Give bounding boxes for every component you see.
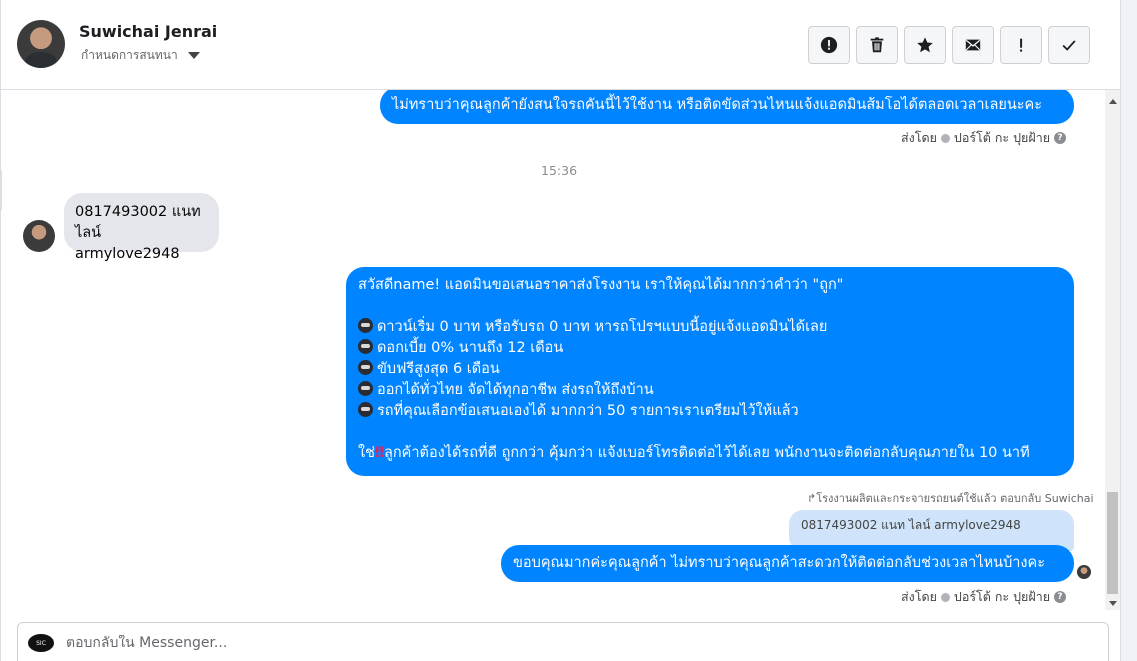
page-logo: SIC [28,634,54,652]
seen-avatar [1077,565,1091,579]
check-icon [1062,40,1076,51]
help-icon[interactable]: ? [1054,132,1067,144]
promo-greeting: สวัสดีname! แอดมินขอเสนอราคาส่งโรงงาน เร… [358,277,844,293]
message-timestamp: 15:36 [541,163,578,178]
conversation-header: Suwichai Jenrai กำหนดการสนทนา [1,0,1120,90]
follow-up-button[interactable] [1000,26,1042,64]
exclamation-icon [1020,38,1023,52]
contact-avatar-small[interactable] [23,220,55,252]
incoming-message-line: 0817493002 แนท [75,204,201,220]
scroll-up-arrow-icon[interactable] [1105,94,1120,104]
thread-scrollbar[interactable] [1105,90,1120,610]
promo-bullet: ดอกเบี้ย 0% นานถึง 12 เดือน [358,338,1062,359]
promo-closing: ใช่‼ลูกค้าต้องได้รถที่ดี ถูกกว่า คุ้มกว่… [358,445,1030,461]
divider [0,170,2,210]
incoming-message[interactable]: 0817493002 แนท ไลน์ armylove2948 [64,193,219,262]
car-emoji-icon [358,402,373,417]
contact-avatar[interactable] [17,20,65,68]
incoming-message-line: ไลน์ armylove2948 [75,225,180,262]
promo-bullet: รถที่คุณเลือกข้อเสนอเองได้ มากกว่า 50 รา… [358,401,1062,422]
promo-bullet: ออกได้ทั่วไทย จัดได้ทุกอาชีพ ส่งรถให้ถึง… [358,380,1062,401]
sent-by-line: ส่งโดย ปอร์โต้ กะ ปุยฝ้าย ? [901,128,1067,148]
conversation-label: กำหนดการสนทนา [81,48,178,62]
sent-by-line: ส่งโดย ปอร์โต้ กะ ปุยฝ้าย ? [901,587,1067,607]
car-emoji-icon [358,318,373,333]
caret-down-icon [187,52,200,59]
outgoing-promo-message[interactable]: สวัสดีname! แอดมินขอเสนอราคาส่งโรงงาน เร… [346,267,1074,476]
sender-name: ปอร์โต้ กะ ปุยฝ้าย [953,589,1051,604]
sent-check-icon [940,133,950,143]
outgoing-message[interactable]: ไม่ทราบว่าคุณลูกค้ายังสนใจรถคันนี้ไว้ใช้… [380,90,1074,124]
conversation-label-dropdown[interactable]: กำหนดการสนทนา [81,46,200,65]
car-emoji-icon [358,339,373,354]
reply-composer[interactable]: SIC [17,622,1109,661]
help-icon[interactable]: ? [1054,591,1067,603]
double-exclamation-icon: ‼ [374,445,385,461]
messenger-inbox: Suwichai Jenrai กำหนดการสนทนา ไม่ทราบว่า… [0,0,1137,661]
reply-context: ↱โรงงานผลิตและกระจายรถยนต์ใช้แล้ว ตอบกลั… [807,492,1094,505]
promo-bullet: ดาวน์เริ่ม 0 บาท หรือรับรถ 0 บาท หารถโปร… [358,317,1062,338]
star-icon [917,37,933,53]
scroll-down-arrow-icon[interactable] [1105,596,1120,606]
contact-name[interactable]: Suwichai Jenrai [79,22,217,41]
sent-check-icon [940,592,950,602]
star-button[interactable] [904,26,946,64]
outgoing-message[interactable]: ขอบคุณมากค่ะคุณลูกค้า ไม่ทราบว่าคุณลูกค้… [501,545,1074,582]
page-gutter [1121,0,1137,661]
reply-input[interactable] [66,635,966,651]
message-thread[interactable]: ไม่ทราบว่าคุณลูกค้ายังสนใจรถคันนี้ไว้ใช้… [1,90,1105,610]
promo-bullet: ขับฟรีสูงสุด 6 เดือน [358,359,1062,380]
mail-icon [965,39,981,51]
conversation-panel: Suwichai Jenrai กำหนดการสนทนา ไม่ทราบว่า… [0,0,1121,661]
alert-circle-icon [820,36,838,54]
conversation-toolbar [808,26,1090,64]
sender-name: ปอร์โต้ กะ ปุยฝ้าย [953,130,1051,145]
mark-unread-button[interactable] [952,26,994,64]
mark-done-button[interactable] [1048,26,1090,64]
car-emoji-icon [358,381,373,396]
mark-spam-button[interactable] [808,26,850,64]
scroll-thumb[interactable] [1107,492,1118,594]
sent-by-label: ส่งโดย [901,589,937,604]
sent-by-label: ส่งโดย [901,130,937,145]
delete-button[interactable] [856,26,898,64]
car-emoji-icon [358,360,373,375]
trash-icon [870,37,884,53]
